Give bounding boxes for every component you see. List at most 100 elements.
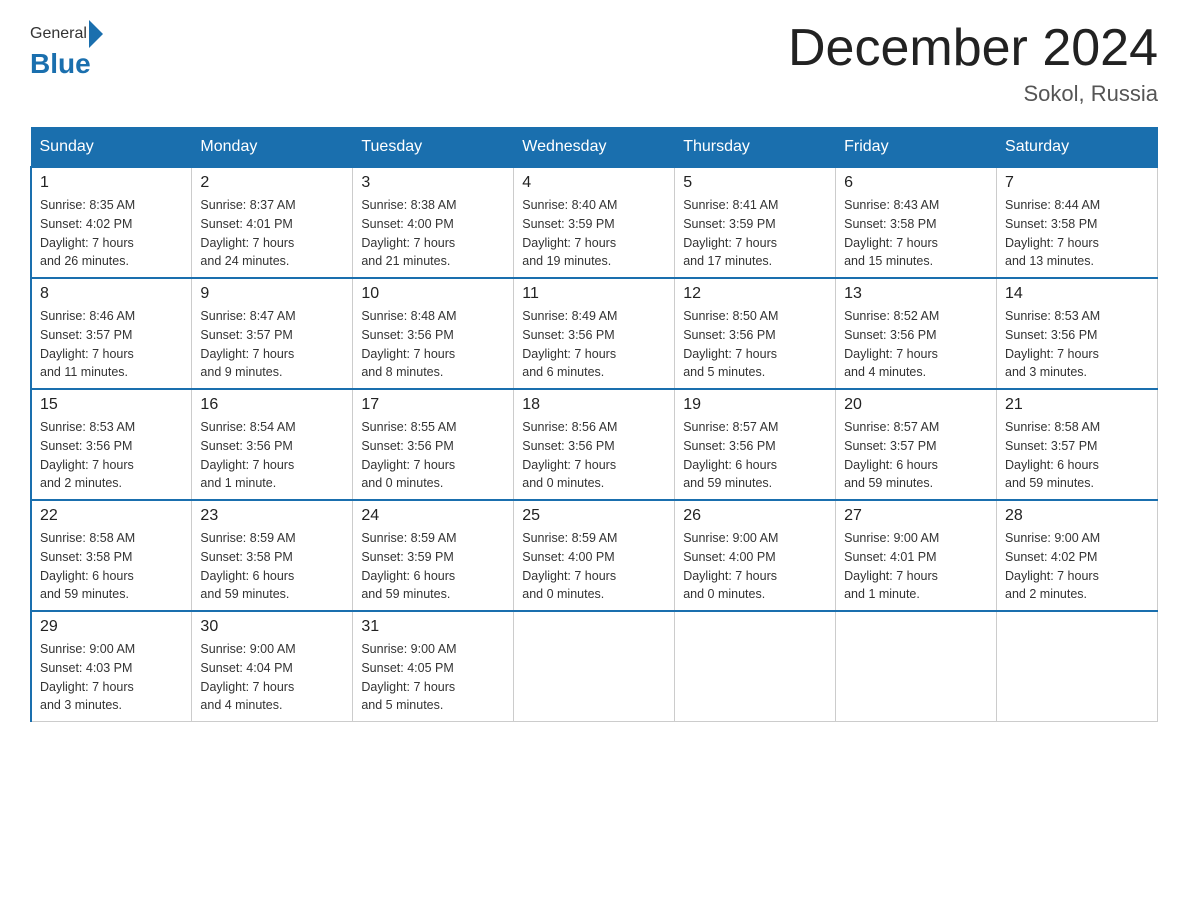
day-number: 20	[844, 396, 988, 414]
table-cell: 29 Sunrise: 9:00 AMSunset: 4:03 PMDaylig…	[31, 611, 192, 722]
day-info: Sunrise: 8:58 AMSunset: 3:57 PMDaylight:…	[1005, 420, 1100, 490]
day-info: Sunrise: 9:00 AMSunset: 4:04 PMDaylight:…	[200, 642, 295, 712]
day-info: Sunrise: 9:00 AMSunset: 4:05 PMDaylight:…	[361, 642, 456, 712]
day-number: 10	[361, 285, 505, 303]
table-cell: 23 Sunrise: 8:59 AMSunset: 3:58 PMDaylig…	[192, 500, 353, 611]
col-sunday: Sunday	[31, 128, 192, 168]
month-title: December 2024	[788, 20, 1158, 77]
table-cell: 15 Sunrise: 8:53 AMSunset: 3:56 PMDaylig…	[31, 389, 192, 500]
day-info: Sunrise: 9:00 AMSunset: 4:03 PMDaylight:…	[40, 642, 135, 712]
table-cell: 28 Sunrise: 9:00 AMSunset: 4:02 PMDaylig…	[997, 500, 1158, 611]
table-cell: 17 Sunrise: 8:55 AMSunset: 3:56 PMDaylig…	[353, 389, 514, 500]
table-cell: 30 Sunrise: 9:00 AMSunset: 4:04 PMDaylig…	[192, 611, 353, 722]
table-cell: 14 Sunrise: 8:53 AMSunset: 3:56 PMDaylig…	[997, 278, 1158, 389]
day-info: Sunrise: 8:43 AMSunset: 3:58 PMDaylight:…	[844, 198, 939, 268]
table-cell: 10 Sunrise: 8:48 AMSunset: 3:56 PMDaylig…	[353, 278, 514, 389]
table-cell: 5 Sunrise: 8:41 AMSunset: 3:59 PMDayligh…	[675, 167, 836, 278]
day-info: Sunrise: 8:59 AMSunset: 3:59 PMDaylight:…	[361, 531, 456, 601]
day-info: Sunrise: 8:56 AMSunset: 3:56 PMDaylight:…	[522, 420, 617, 490]
calendar-week-row: 29 Sunrise: 9:00 AMSunset: 4:03 PMDaylig…	[31, 611, 1158, 722]
col-monday: Monday	[192, 128, 353, 168]
table-cell: 4 Sunrise: 8:40 AMSunset: 3:59 PMDayligh…	[514, 167, 675, 278]
logo-blue-text: Blue	[30, 48, 91, 80]
table-cell: 16 Sunrise: 8:54 AMSunset: 3:56 PMDaylig…	[192, 389, 353, 500]
day-info: Sunrise: 8:54 AMSunset: 3:56 PMDaylight:…	[200, 420, 295, 490]
day-info: Sunrise: 8:59 AMSunset: 4:00 PMDaylight:…	[522, 531, 617, 601]
day-number: 16	[200, 396, 344, 414]
day-number: 14	[1005, 285, 1149, 303]
day-number: 19	[683, 396, 827, 414]
day-number: 8	[40, 285, 183, 303]
day-info: Sunrise: 8:40 AMSunset: 3:59 PMDaylight:…	[522, 198, 617, 268]
table-cell: 3 Sunrise: 8:38 AMSunset: 4:00 PMDayligh…	[353, 167, 514, 278]
day-info: Sunrise: 8:46 AMSunset: 3:57 PMDaylight:…	[40, 309, 135, 379]
logo-arrow-icon	[89, 20, 103, 48]
day-info: Sunrise: 8:47 AMSunset: 3:57 PMDaylight:…	[200, 309, 295, 379]
table-cell: 1 Sunrise: 8:35 AMSunset: 4:02 PMDayligh…	[31, 167, 192, 278]
table-cell	[997, 611, 1158, 722]
day-number: 22	[40, 507, 183, 525]
calendar-week-row: 1 Sunrise: 8:35 AMSunset: 4:02 PMDayligh…	[31, 167, 1158, 278]
table-cell: 27 Sunrise: 9:00 AMSunset: 4:01 PMDaylig…	[836, 500, 997, 611]
calendar-table: Sunday Monday Tuesday Wednesday Thursday…	[30, 127, 1158, 722]
day-number: 1	[40, 174, 183, 192]
day-info: Sunrise: 8:37 AMSunset: 4:01 PMDaylight:…	[200, 198, 295, 268]
day-number: 29	[40, 618, 183, 636]
location-text: Sokol, Russia	[788, 81, 1158, 107]
logo-general-text: General	[30, 25, 87, 43]
day-number: 3	[361, 174, 505, 192]
day-number: 7	[1005, 174, 1149, 192]
table-cell: 6 Sunrise: 8:43 AMSunset: 3:58 PMDayligh…	[836, 167, 997, 278]
table-cell: 12 Sunrise: 8:50 AMSunset: 3:56 PMDaylig…	[675, 278, 836, 389]
calendar-week-row: 22 Sunrise: 8:58 AMSunset: 3:58 PMDaylig…	[31, 500, 1158, 611]
col-friday: Friday	[836, 128, 997, 168]
table-cell: 24 Sunrise: 8:59 AMSunset: 3:59 PMDaylig…	[353, 500, 514, 611]
day-info: Sunrise: 8:41 AMSunset: 3:59 PMDaylight:…	[683, 198, 778, 268]
table-cell: 19 Sunrise: 8:57 AMSunset: 3:56 PMDaylig…	[675, 389, 836, 500]
day-info: Sunrise: 8:50 AMSunset: 3:56 PMDaylight:…	[683, 309, 778, 379]
day-number: 18	[522, 396, 666, 414]
day-info: Sunrise: 8:35 AMSunset: 4:02 PMDaylight:…	[40, 198, 135, 268]
day-info: Sunrise: 8:59 AMSunset: 3:58 PMDaylight:…	[200, 531, 295, 601]
table-cell: 9 Sunrise: 8:47 AMSunset: 3:57 PMDayligh…	[192, 278, 353, 389]
day-info: Sunrise: 8:57 AMSunset: 3:56 PMDaylight:…	[683, 420, 778, 490]
day-number: 26	[683, 507, 827, 525]
day-number: 30	[200, 618, 344, 636]
day-number: 25	[522, 507, 666, 525]
calendar-week-row: 15 Sunrise: 8:53 AMSunset: 3:56 PMDaylig…	[31, 389, 1158, 500]
day-number: 4	[522, 174, 666, 192]
day-number: 12	[683, 285, 827, 303]
table-cell: 2 Sunrise: 8:37 AMSunset: 4:01 PMDayligh…	[192, 167, 353, 278]
day-info: Sunrise: 9:00 AMSunset: 4:01 PMDaylight:…	[844, 531, 939, 601]
table-cell: 26 Sunrise: 9:00 AMSunset: 4:00 PMDaylig…	[675, 500, 836, 611]
day-info: Sunrise: 8:55 AMSunset: 3:56 PMDaylight:…	[361, 420, 456, 490]
day-number: 13	[844, 285, 988, 303]
day-number: 5	[683, 174, 827, 192]
page-header: General Blue December 2024 Sokol, Russia	[30, 20, 1158, 107]
col-wednesday: Wednesday	[514, 128, 675, 168]
day-number: 28	[1005, 507, 1149, 525]
logo: General Blue	[30, 20, 105, 80]
day-info: Sunrise: 8:44 AMSunset: 3:58 PMDaylight:…	[1005, 198, 1100, 268]
table-cell: 7 Sunrise: 8:44 AMSunset: 3:58 PMDayligh…	[997, 167, 1158, 278]
day-number: 17	[361, 396, 505, 414]
day-number: 9	[200, 285, 344, 303]
day-number: 27	[844, 507, 988, 525]
day-number: 31	[361, 618, 505, 636]
title-area: December 2024 Sokol, Russia	[788, 20, 1158, 107]
col-tuesday: Tuesday	[353, 128, 514, 168]
table-cell	[836, 611, 997, 722]
table-cell: 22 Sunrise: 8:58 AMSunset: 3:58 PMDaylig…	[31, 500, 192, 611]
table-cell	[675, 611, 836, 722]
table-cell: 11 Sunrise: 8:49 AMSunset: 3:56 PMDaylig…	[514, 278, 675, 389]
day-info: Sunrise: 8:53 AMSunset: 3:56 PMDaylight:…	[40, 420, 135, 490]
day-number: 6	[844, 174, 988, 192]
day-info: Sunrise: 8:58 AMSunset: 3:58 PMDaylight:…	[40, 531, 135, 601]
col-saturday: Saturday	[997, 128, 1158, 168]
calendar-week-row: 8 Sunrise: 8:46 AMSunset: 3:57 PMDayligh…	[31, 278, 1158, 389]
day-info: Sunrise: 8:48 AMSunset: 3:56 PMDaylight:…	[361, 309, 456, 379]
table-cell	[514, 611, 675, 722]
day-info: Sunrise: 8:49 AMSunset: 3:56 PMDaylight:…	[522, 309, 617, 379]
table-cell: 25 Sunrise: 8:59 AMSunset: 4:00 PMDaylig…	[514, 500, 675, 611]
day-info: Sunrise: 8:53 AMSunset: 3:56 PMDaylight:…	[1005, 309, 1100, 379]
